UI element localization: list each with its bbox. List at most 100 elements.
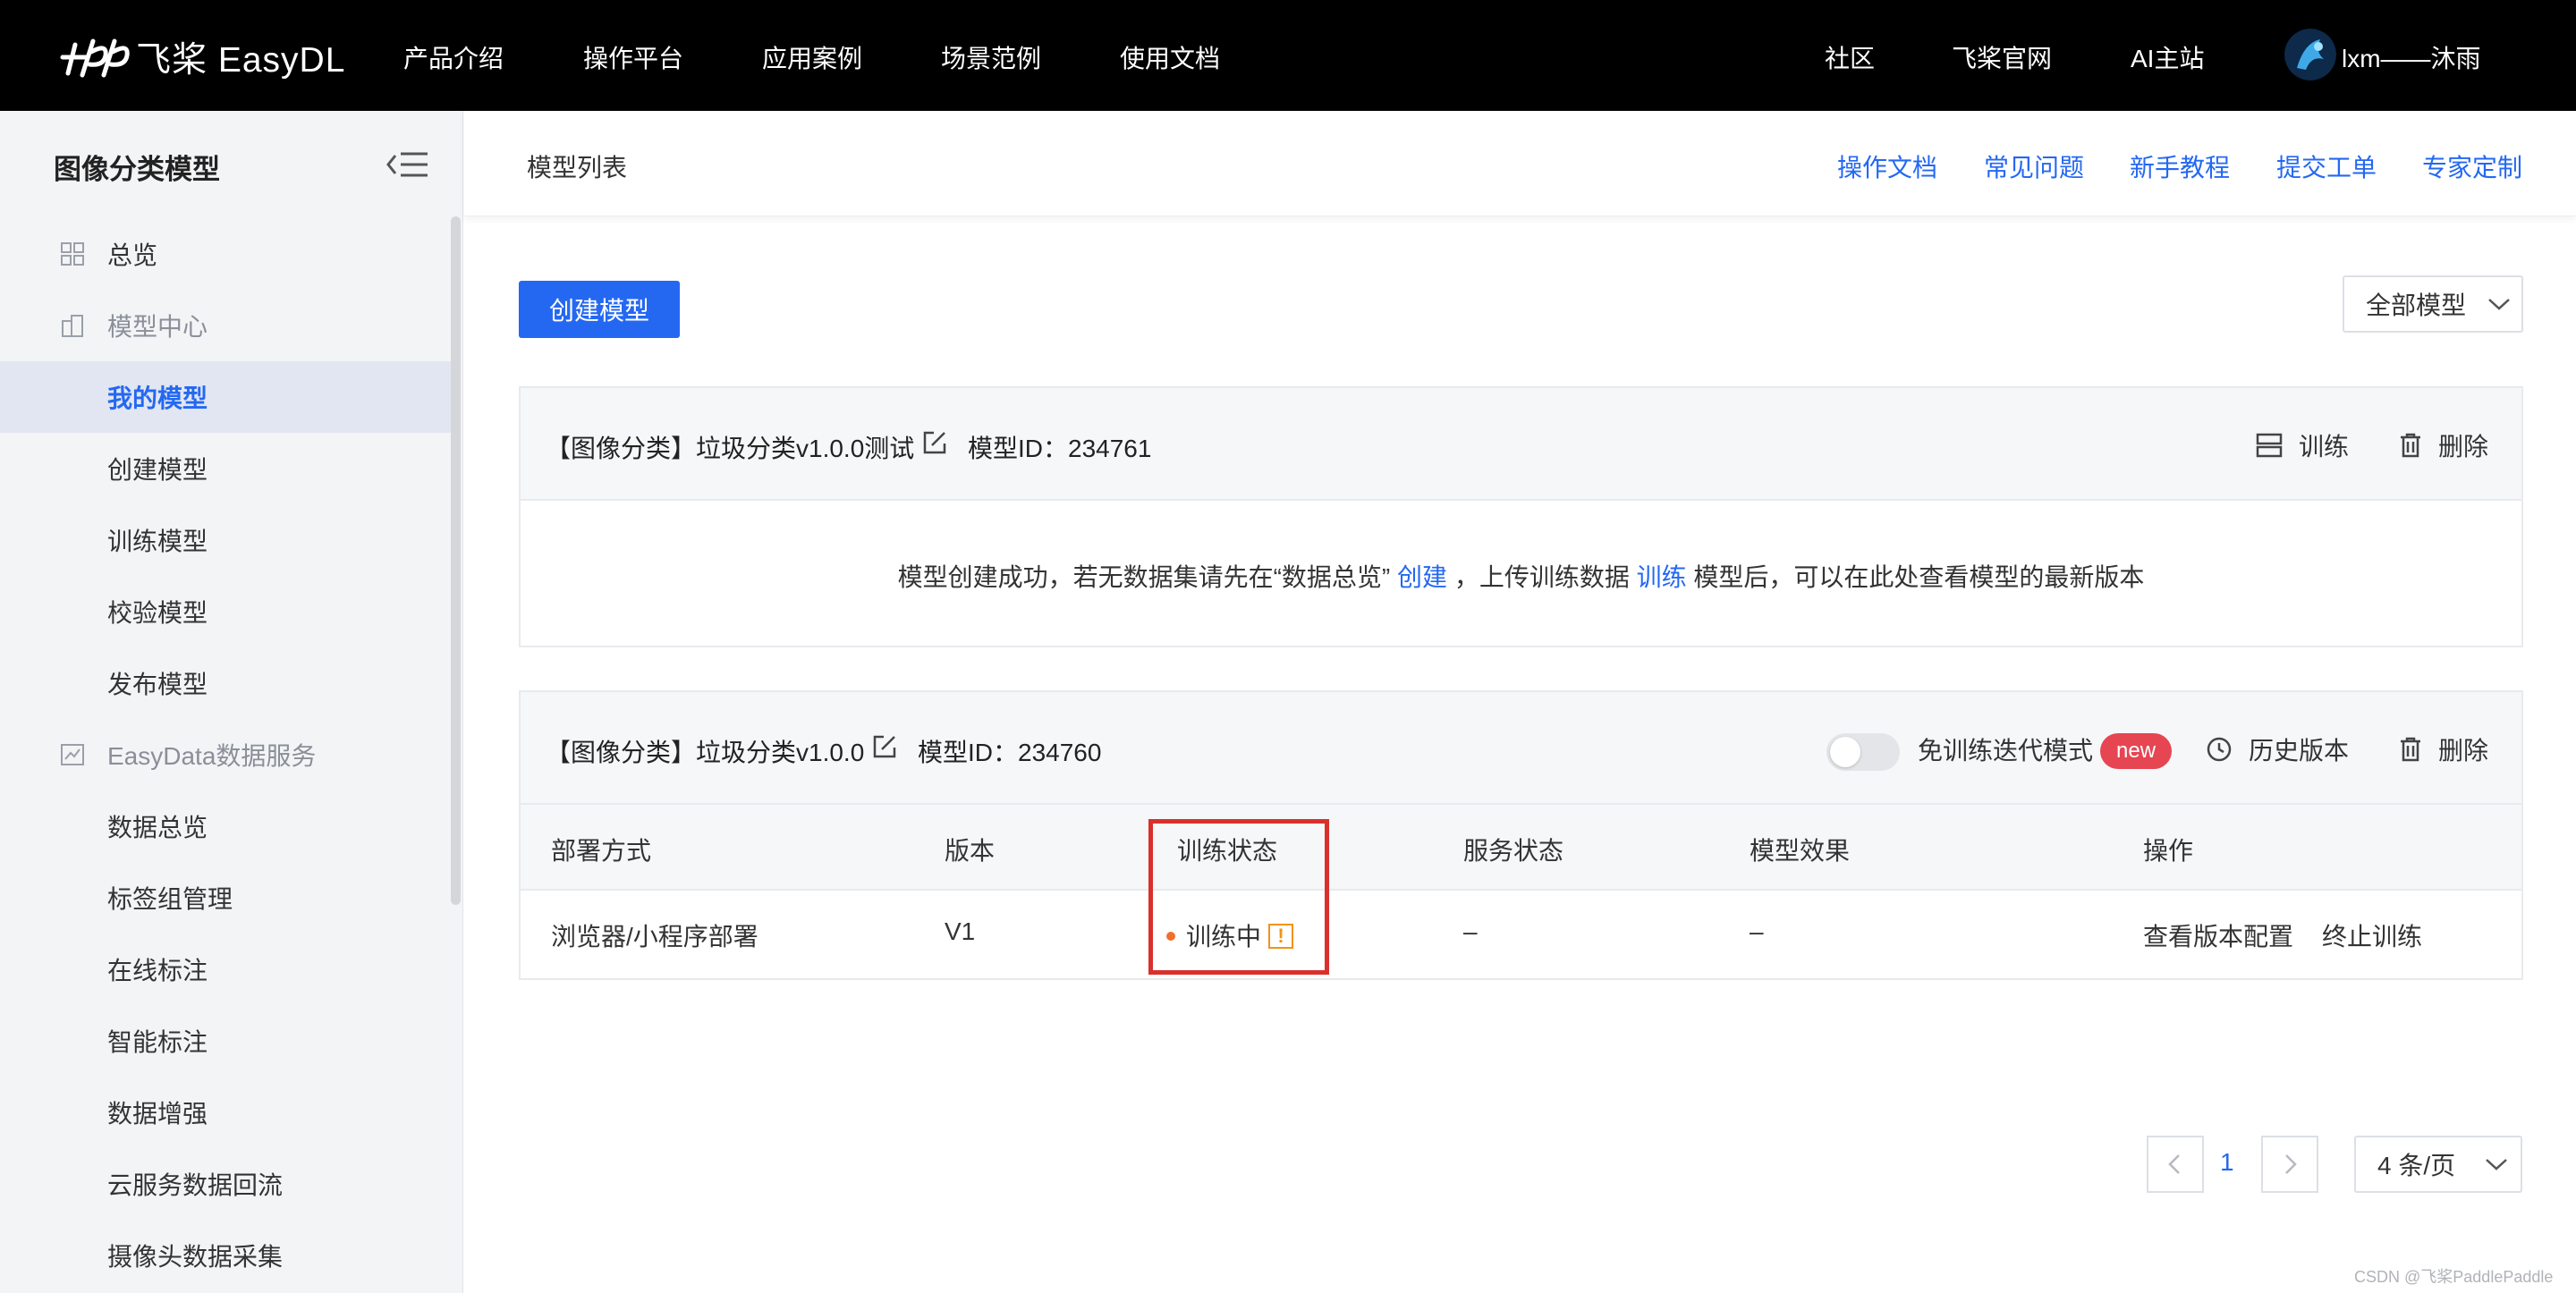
history-versions-button[interactable]: 历史版本 [2206, 731, 2349, 767]
versions-table-header: 部署方式 版本 训练状态 服务状态 模型效果 操作 [521, 805, 2521, 891]
sidebar-item-online-annotation[interactable]: 在线标注 [0, 934, 451, 1005]
delete-label: 删除 [2438, 737, 2489, 765]
link-ticket[interactable]: 提交工单 [2276, 148, 2377, 184]
view-version-config-link[interactable]: 查看版本配置 [2143, 917, 2293, 953]
sidebar-item-my-models[interactable]: 我的模型 [0, 361, 451, 433]
sidebar-group-model-center[interactable]: 模型中心 [0, 290, 451, 361]
create-model-button[interactable]: 创建模型 [519, 281, 680, 338]
chevron-left-icon [2168, 1154, 2180, 1174]
sidebar: 图像分类模型 总览 模型中心 我的模型 创建模型 训练模型 校验模型 发布模型 … [0, 111, 463, 1293]
column-header: 服务状态 [1463, 837, 1564, 865]
sidebar-item-smart-annotation[interactable]: 智能标注 [0, 1005, 451, 1077]
link-tutorial[interactable]: 新手教程 [2130, 148, 2230, 184]
table-row: 浏览器/小程序部署 V1 训练中! – – 查看版本配置 终止训练 [521, 891, 2521, 976]
sidebar-item-validate-model[interactable]: 校验模型 [0, 576, 451, 647]
model-card-234761: 【图像分类】垃圾分类v1.0.0测试 模型ID：234761 训练 删除 模型创… [519, 386, 2523, 647]
chevron-down-icon [2486, 1159, 2507, 1170]
sidebar-item-label: 校验模型 [107, 599, 208, 627]
column-header: 操作 [2143, 837, 2194, 865]
sidebar-group-easydata[interactable]: EasyData数据服务 [0, 719, 451, 790]
version-cell: V1 [945, 917, 976, 945]
nav-scenarios[interactable]: 场景范例 [941, 39, 1041, 75]
no-train-iteration-toggle[interactable] [1826, 733, 1900, 771]
clock-icon [2207, 737, 2232, 762]
top-navbar: 飞桨 EasyDL 产品介绍 操作平台 应用案例 场景范例 使用文档 社区 飞桨… [0, 0, 2576, 111]
chevron-right-icon [2285, 1154, 2297, 1174]
create-dataset-link[interactable]: 创建 [1397, 563, 1447, 591]
toggle-knob [1830, 737, 1860, 767]
sidebar-item-label: 智能标注 [107, 1028, 208, 1056]
model-title: 【图像分类】垃圾分类v1.0.0 [546, 739, 865, 766]
avatar[interactable] [2284, 29, 2336, 80]
page-size-select[interactable]: 4 条/页 [2354, 1136, 2522, 1193]
sidebar-item-label: 数据总览 [107, 814, 208, 841]
link-docs[interactable]: 操作文档 [1837, 148, 1937, 184]
link-faq[interactable]: 常见问题 [1984, 148, 2084, 184]
sidebar-group-label: 模型中心 [107, 313, 208, 341]
new-badge: new [2100, 733, 2173, 769]
sidebar-item-label: 云服务数据回流 [107, 1171, 284, 1199]
page-number[interactable]: 1 [2220, 1148, 2234, 1177]
no-train-iteration-label: 免训练迭代模式 [1918, 731, 2093, 767]
model-filter-value: 全部模型 [2366, 292, 2467, 319]
sidebar-item-cloud-data-backflow[interactable]: 云服务数据回流 [0, 1148, 451, 1220]
nav-docs[interactable]: 使用文档 [1120, 39, 1220, 75]
chart-icon [61, 744, 84, 765]
stop-training-link[interactable]: 终止训练 [2322, 917, 2422, 953]
model-effect-cell: – [1750, 917, 1764, 945]
link-expert[interactable]: 专家定制 [2422, 148, 2522, 184]
sidebar-item-train-model[interactable]: 训练模型 [0, 504, 451, 576]
server-icon [2256, 433, 2283, 458]
collapse-sidebar-icon[interactable] [385, 150, 429, 179]
user-name[interactable]: lxm——沐雨 [2342, 39, 2481, 75]
model-card-234760: 【图像分类】垃圾分类v1.0.0 模型ID：234760 免训练迭代模式 new… [519, 690, 2523, 980]
column-header: 部署方式 [551, 837, 652, 865]
delete-button[interactable]: 删除 [2399, 731, 2488, 767]
model-id: 模型ID：234761 [968, 435, 1152, 462]
sidebar-item-overview[interactable]: 总览 [0, 218, 451, 290]
history-label: 历史版本 [2249, 737, 2350, 765]
model-filter-select[interactable]: 全部模型 [2343, 275, 2523, 333]
nav-platform[interactable]: 操作平台 [583, 39, 683, 75]
grid-icon [61, 242, 84, 266]
edit-icon[interactable] [921, 429, 948, 456]
nav-paddle-site[interactable]: 飞桨官网 [1952, 39, 2052, 75]
sidebar-item-create-model[interactable]: 创建模型 [0, 433, 451, 504]
prev-page-button[interactable] [2147, 1136, 2204, 1193]
column-header: 版本 [945, 837, 996, 865]
sidebar-item-data-augmentation[interactable]: 数据增强 [0, 1077, 451, 1148]
nav-product-intro[interactable]: 产品介绍 [403, 39, 504, 75]
content-header: 模型列表 操作文档 常见问题 新手教程 提交工单 专家定制 [464, 111, 2576, 216]
message-text: 模型创建成功，若无数据集请先在“数据总览” [897, 563, 1391, 591]
delete-button[interactable]: 删除 [2399, 427, 2488, 463]
delete-label: 删除 [2438, 433, 2489, 461]
train-label: 训练 [2299, 433, 2350, 461]
model-id: 模型ID：234760 [918, 739, 1102, 766]
nav-ai-site[interactable]: AI主站 [2131, 39, 2204, 75]
column-header: 模型效果 [1750, 837, 1851, 865]
train-button[interactable]: 训练 [2256, 427, 2349, 463]
nav-community[interactable]: 社区 [1825, 39, 1875, 75]
trash-icon [2401, 737, 2420, 762]
train-link[interactable]: 训练 [1637, 563, 1687, 591]
brand-name: 飞桨 EasyDL [136, 41, 346, 80]
model-card-header: 【图像分类】垃圾分类v1.0.0测试 模型ID：234761 训练 删除 [521, 388, 2521, 501]
avatar-icon [2284, 29, 2336, 80]
sidebar-scrollbar[interactable] [451, 216, 461, 905]
edit-icon[interactable] [871, 733, 898, 760]
sidebar-item-label: 摄像头数据采集 [107, 1243, 284, 1271]
nav-cases[interactable]: 应用案例 [762, 39, 862, 75]
sidebar-item-label: 发布模型 [107, 671, 208, 698]
watermark: CSDN @飞桨PaddlePaddle [2354, 1268, 2554, 1286]
sidebar-item-data-overview[interactable]: 数据总览 [0, 790, 451, 862]
sidebar-item-camera-collection[interactable]: 摄像头数据采集 [0, 1220, 451, 1291]
service-status-cell: – [1463, 917, 1478, 945]
sidebar-title: 图像分类模型 [54, 154, 220, 185]
sidebar-item-label: 在线标注 [107, 957, 208, 985]
sidebar-item-publish-model[interactable]: 发布模型 [0, 647, 451, 719]
sidebar-item-label-groups[interactable]: 标签组管理 [0, 862, 451, 934]
paddle-logo[interactable]: 飞桨 EasyDL [59, 32, 345, 82]
paddle-logo-icon [60, 38, 130, 78]
next-page-button[interactable] [2261, 1136, 2318, 1193]
trash-icon [2401, 433, 2420, 458]
